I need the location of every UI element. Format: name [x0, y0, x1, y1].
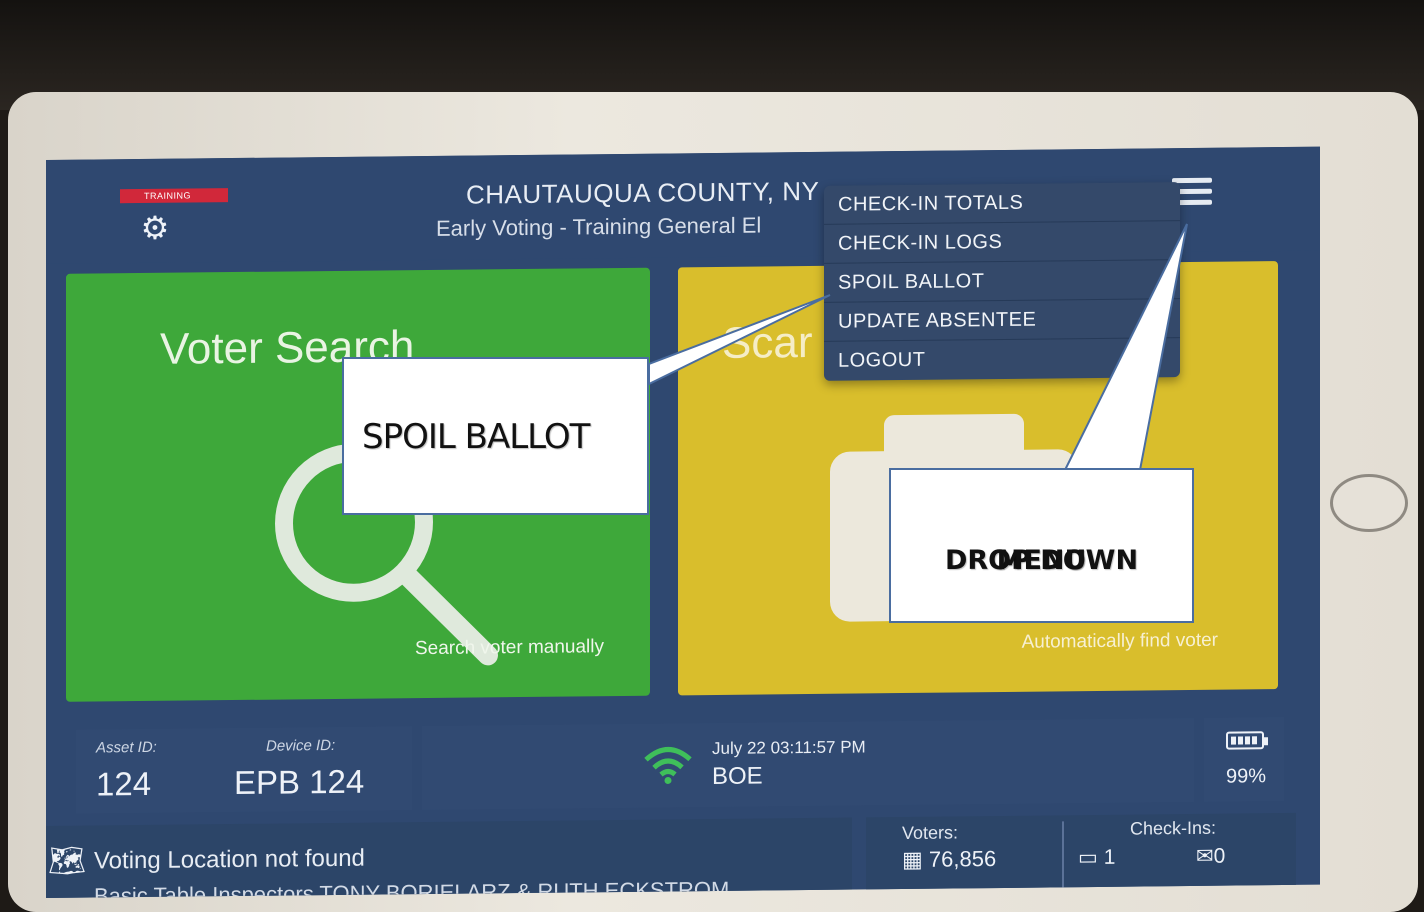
spoil-ballot-callout: SPOIL BALLOT — [342, 357, 649, 515]
checkins-absentee: ✉0 — [1196, 844, 1225, 869]
map-icon: 🗺 — [48, 844, 87, 878]
device-id-value: EPB 124 — [234, 762, 365, 802]
wifi-icon — [644, 746, 692, 784]
asset-id-value: 124 — [96, 764, 152, 803]
spoil-ballot-callout-text: SPOIL BALLOT — [362, 417, 590, 457]
connection-panel: July 22 03:11:57 PM BOE — [422, 717, 1194, 811]
ballot-icon: ▭ — [1078, 845, 1104, 870]
battery-icon — [1226, 731, 1264, 750]
stats-divider — [1062, 821, 1064, 892]
info-bar: 🗺 Voting Location not found Basic Table … — [46, 807, 1320, 899]
battery-level: 99% — [1226, 765, 1267, 788]
dropdown-menu: CHECK-IN TOTALS CHECK-IN LOGS SPOIL BALL… — [824, 182, 1180, 381]
scan-title: Scar — [722, 317, 813, 368]
menu-item-logout[interactable]: LOGOUT — [824, 338, 1180, 381]
voters-label: Voters: — [902, 822, 959, 844]
map-icon: ▦ — [902, 846, 929, 873]
checkins-in-person: ▭ 1 — [1078, 845, 1115, 870]
checkins-in-person-value: 1 — [1103, 845, 1116, 869]
checkins-label: Check-Ins: — [1130, 817, 1217, 839]
scan-subtitle: Automatically find voter — [1021, 629, 1218, 653]
training-badge: TRAINING — [120, 188, 228, 204]
envelope-icon: ✉ — [1196, 844, 1214, 868]
menu-item-check-in-totals[interactable]: CHECK-IN TOTALS — [824, 182, 1180, 225]
home-button[interactable] — [1330, 474, 1408, 532]
status-bar: Asset ID: 124 Device ID: EPB 124 July 22… — [46, 703, 1320, 816]
asset-id-label: Asset ID: — [96, 738, 157, 757]
device-id-label: Device ID: — [266, 736, 336, 755]
menu-item-check-in-logs[interactable]: CHECK-IN LOGS — [824, 221, 1180, 264]
voters-count: ▦ 76,856 — [902, 846, 996, 873]
menu-item-update-absentee[interactable]: UPDATE ABSENTEE — [824, 299, 1180, 342]
voter-search-subtitle: Search voter manually — [414, 636, 604, 660]
menu-item-spoil-ballot[interactable]: SPOIL BALLOT — [824, 260, 1180, 303]
battery-panel: 99% — [1204, 717, 1284, 802]
voting-location-text: Voting Location not found — [94, 844, 365, 875]
drop-down-menu-callout: DROP DOWN MENU — [889, 468, 1194, 623]
drop-down-menu-callout-text: DROP DOWN MENU — [891, 506, 1192, 576]
stats-panel: Voters: ▦ 76,856 Check-Ins: ▭ 1 ✉0 — [866, 812, 1296, 899]
asset-panel: Asset ID: 124 Device ID: EPB 124 — [76, 726, 412, 814]
voters-value: 76,856 — [928, 846, 997, 872]
callout-line-2: MENU — [996, 545, 1087, 576]
election-title: Early Voting - Training General El — [436, 212, 762, 241]
location-panel: 🗺 Voting Location not found Basic Table … — [46, 817, 852, 899]
datetime-text: July 22 03:11:57 PM — [712, 737, 866, 759]
gear-icon[interactable]: ⚙ — [138, 210, 172, 246]
location-code: BOE — [712, 762, 763, 791]
checkins-absentee-value: 0 — [1213, 844, 1226, 868]
county-title: CHAUTAUQUA COUNTY, NY — [466, 175, 820, 210]
